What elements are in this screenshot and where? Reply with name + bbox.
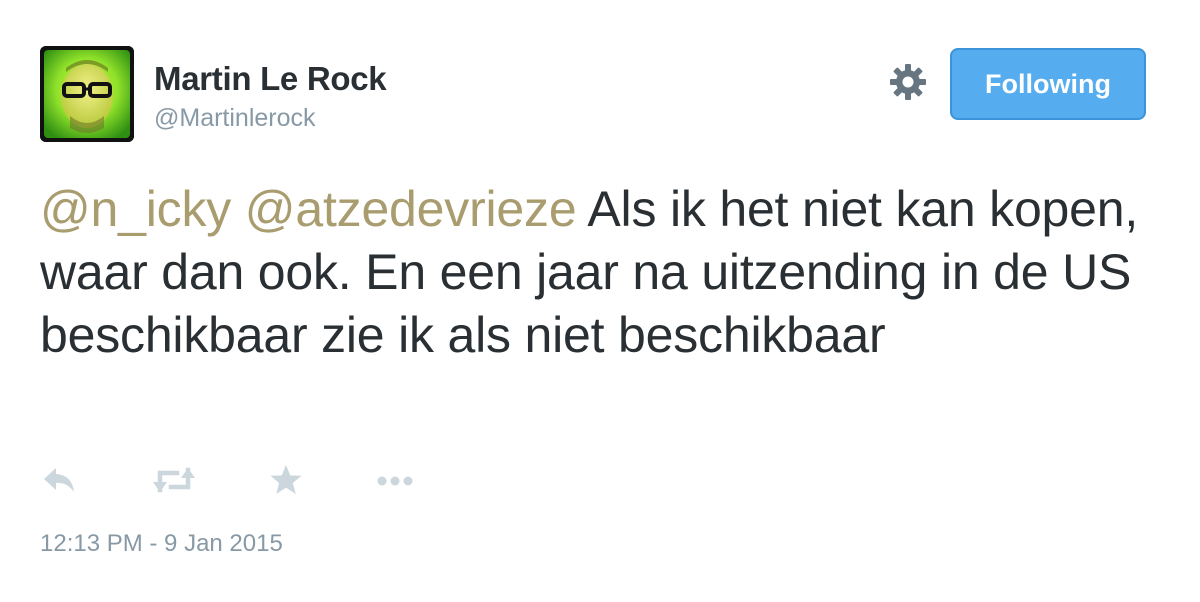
retweet-icon[interactable] (150, 462, 198, 498)
user-handle[interactable]: @Martinlerock (154, 104, 316, 133)
display-name[interactable]: Martin Le Rock (154, 60, 387, 98)
following-button[interactable]: Following (950, 48, 1146, 120)
favorite-star-icon[interactable] (268, 462, 304, 498)
avatar[interactable] (40, 46, 134, 142)
mention-link[interactable]: @atzedevrieze (245, 181, 577, 237)
tweet-text: @n_icky @atzedevrieze Als ik het niet ka… (40, 178, 1150, 367)
tweet-timestamp[interactable]: 12:13 PM - 9 Jan 2015 (40, 530, 283, 558)
reply-icon[interactable] (40, 462, 80, 498)
more-options-icon[interactable] (374, 462, 416, 498)
mention-link[interactable]: @n_icky (40, 181, 231, 237)
tweet-card: Martin Le Rock @Martinlerock Following @… (0, 0, 1200, 602)
gear-icon[interactable] (888, 62, 928, 102)
tweet-actions (40, 462, 460, 502)
